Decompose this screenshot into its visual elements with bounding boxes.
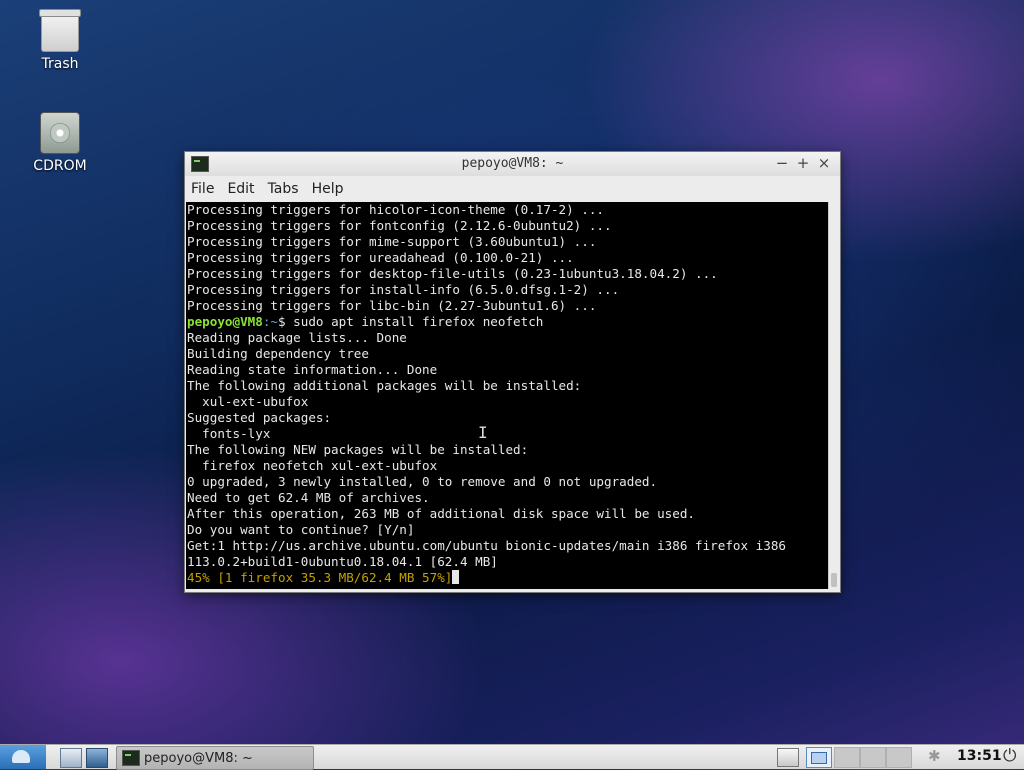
- menu-file[interactable]: File: [191, 181, 214, 197]
- workspace-4[interactable]: [886, 747, 912, 768]
- terminal-window: pepoyo@VM8: ~ − + × File Edit Tabs Help …: [184, 151, 841, 593]
- terminal-line: fonts-lyx: [187, 426, 271, 441]
- bluetooth-icon[interactable]: ✱: [928, 747, 941, 765]
- scrollbar-thumb[interactable]: [831, 573, 837, 587]
- desktop-icon-label: CDROM: [33, 158, 87, 174]
- workspace-2[interactable]: [834, 747, 860, 768]
- show-desktop-icon[interactable]: [86, 748, 108, 768]
- terminal-line: 113.0.2+build1-0ubuntu0.18.04.1 [62.4 MB…: [187, 554, 498, 569]
- terminal-line: firefox neofetch xul-ext-ubufox: [187, 458, 438, 473]
- terminal-line: Processing triggers for install-info (6.…: [187, 282, 620, 297]
- terminal-line: Do you want to continue? [Y/n]: [187, 522, 415, 537]
- terminal-line: The following additional packages will b…: [187, 378, 582, 393]
- terminal-line: 0 upgraded, 3 newly installed, 0 to remo…: [187, 474, 658, 489]
- menu-bar: File Edit Tabs Help: [185, 176, 840, 201]
- workspace-3[interactable]: [860, 747, 886, 768]
- prompt-user: pepoyo@VM8: [187, 314, 263, 329]
- window-list-icon[interactable]: [777, 748, 799, 767]
- terminal-line: Reading state information... Done: [187, 362, 438, 377]
- terminal-line: Get:1 http://us.archive.ubuntu.com/ubunt…: [187, 538, 786, 553]
- menu-tabs[interactable]: Tabs: [268, 181, 299, 197]
- terminal-line: Processing triggers for ureadahead (0.10…: [187, 250, 574, 265]
- taskbar: pepoyo@VM8: ~ ✱ 13:51 ⏻: [0, 744, 1024, 770]
- terminal-line: Processing triggers for fontconfig (2.12…: [187, 218, 612, 233]
- desktop-icon-label: Trash: [41, 56, 79, 72]
- download-progress: 45% [1 firefox 35.3 MB/62.4 MB 57%]: [187, 570, 453, 585]
- desktop-icon-trash[interactable]: Trash: [20, 9, 100, 72]
- terminal-line: Need to get 62.4 MB of archives.: [187, 490, 430, 505]
- trash-icon: [39, 9, 81, 52]
- prompt-path: :~: [262, 314, 278, 329]
- terminal-line: Building dependency tree: [187, 346, 369, 361]
- taskbar-window-label: pepoyo@VM8: ~: [144, 750, 253, 766]
- progress-line: 45% [1 firefox 35.3 MB/62.4 MB 57%]: [186, 570, 828, 586]
- window-title: pepoyo@VM8: ~: [461, 156, 564, 171]
- maximize-button[interactable]: +: [794, 154, 812, 172]
- desktop-icon-cdrom[interactable]: CDROM: [20, 112, 100, 174]
- file-manager-launcher-icon[interactable]: [60, 748, 82, 768]
- menu-help[interactable]: Help: [312, 181, 344, 197]
- terminal-icon: [122, 750, 140, 766]
- terminal-line: Processing triggers for mime-support (3.…: [187, 234, 597, 249]
- cdrom-icon: [40, 112, 80, 154]
- power-icon[interactable]: ⏻: [1003, 746, 1016, 766]
- window-titlebar[interactable]: pepoyo@VM8: ~ − + ×: [185, 152, 840, 176]
- start-menu-button[interactable]: [0, 745, 46, 769]
- terminal-line: Processing triggers for desktop-file-uti…: [187, 266, 718, 281]
- prompt-command: sudo apt install firefox neofetch: [293, 314, 544, 329]
- terminal-line: Suggested packages:: [187, 410, 332, 425]
- terminal-line: After this operation, 263 MB of addition…: [187, 506, 695, 521]
- terminal-line: xul-ext-ubufox: [187, 394, 309, 409]
- ibeam-cursor-icon: I: [478, 423, 488, 442]
- taskbar-window-button[interactable]: pepoyo@VM8: ~: [116, 746, 314, 770]
- terminal-line: Processing triggers for libc-bin (2.27-3…: [187, 298, 597, 313]
- workspace-1[interactable]: [806, 747, 832, 768]
- terminal-output[interactable]: Processing triggers for hicolor-icon-the…: [186, 202, 828, 589]
- close-button[interactable]: ×: [815, 154, 833, 172]
- prompt-symbol: $: [278, 314, 294, 329]
- terminal-scrollbar[interactable]: [828, 202, 840, 589]
- terminal-cursor: [452, 570, 460, 584]
- terminal-line: The following NEW packages will be insta…: [187, 442, 529, 457]
- clock[interactable]: 13:51: [957, 748, 1002, 764]
- minimize-button[interactable]: −: [773, 154, 791, 172]
- menu-edit[interactable]: Edit: [227, 181, 254, 197]
- prompt-line: pepoyo@VM8:~$ sudo apt install firefox n…: [186, 314, 828, 330]
- terminal-line: Reading package lists... Done: [187, 330, 407, 345]
- terminal-line: Processing triggers for hicolor-icon-the…: [187, 202, 605, 217]
